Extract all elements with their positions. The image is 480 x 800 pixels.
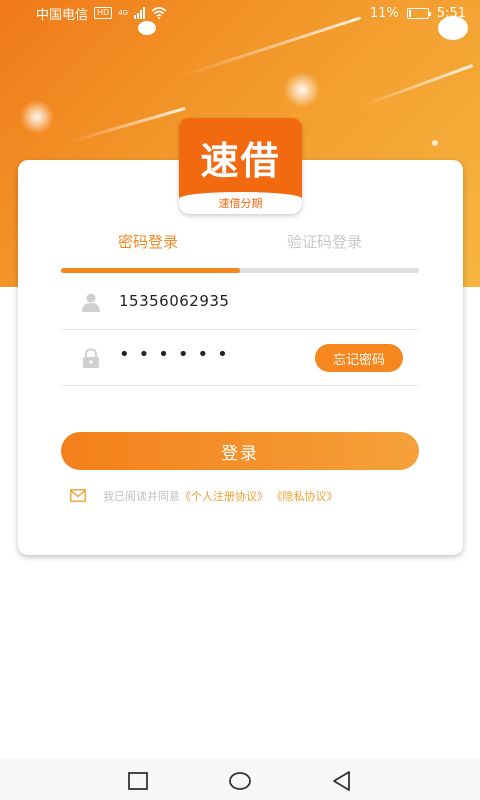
clock: 5:51 xyxy=(436,5,466,21)
logo-subtitle: 速借分期 xyxy=(218,197,263,210)
decor-glow xyxy=(284,72,320,108)
decor-streak xyxy=(69,106,186,143)
phone-field[interactable]: 15356062935 xyxy=(61,274,419,330)
circle-icon[interactable] xyxy=(229,770,251,792)
forgot-password-button[interactable]: 忘记密码 xyxy=(314,344,403,372)
lock-icon xyxy=(83,348,99,368)
tab-indicator xyxy=(61,268,240,273)
triangle-back-icon[interactable] xyxy=(331,770,353,792)
user-agreement-link[interactable]: 《个人注册协议》 xyxy=(180,490,268,503)
battery-icon xyxy=(406,7,431,19)
decor-glow xyxy=(20,100,54,134)
password-input[interactable]: •••••• xyxy=(119,344,237,365)
network-type: 4G xyxy=(118,9,129,17)
phone-input[interactable]: 15356062935 xyxy=(119,292,229,310)
tab-password-login[interactable]: 密码登录 xyxy=(118,231,178,252)
hd-badge: HD xyxy=(94,7,113,19)
signal-icon xyxy=(134,7,146,19)
decor-streak xyxy=(359,64,474,108)
wifi-icon xyxy=(151,7,167,19)
checkbox-icon[interactable] xyxy=(70,489,86,502)
user-icon xyxy=(82,293,100,312)
system-nav-bar xyxy=(0,758,480,800)
agreement-row: 我已阅读并同意《个人注册协议》 《隐私协议》 xyxy=(70,488,430,504)
privacy-policy-link[interactable]: 《隐私协议》 xyxy=(272,490,338,503)
agreement-text: 我已阅读并同意《个人注册协议》 《隐私协议》 xyxy=(103,488,338,504)
password-field[interactable]: •••••• 忘记密码 xyxy=(61,330,419,386)
status-bar: 中国电信 HD 4G 11% 5:51 xyxy=(0,0,480,26)
tab-indicator-track xyxy=(61,268,419,273)
login-button[interactable]: 登录 xyxy=(61,432,419,470)
carrier-name: 中国电信 xyxy=(36,7,89,23)
agreement-prefix: 我已阅读并同意 xyxy=(103,490,180,503)
square-icon[interactable] xyxy=(127,770,149,792)
logo-brand-text: 速借 xyxy=(200,139,281,183)
decor-dot xyxy=(432,140,438,146)
battery-percent: 11% xyxy=(369,5,399,21)
tab-sms-login[interactable]: 验证码登录 xyxy=(287,231,362,252)
app-logo: 速借 速借分期 xyxy=(179,118,302,214)
